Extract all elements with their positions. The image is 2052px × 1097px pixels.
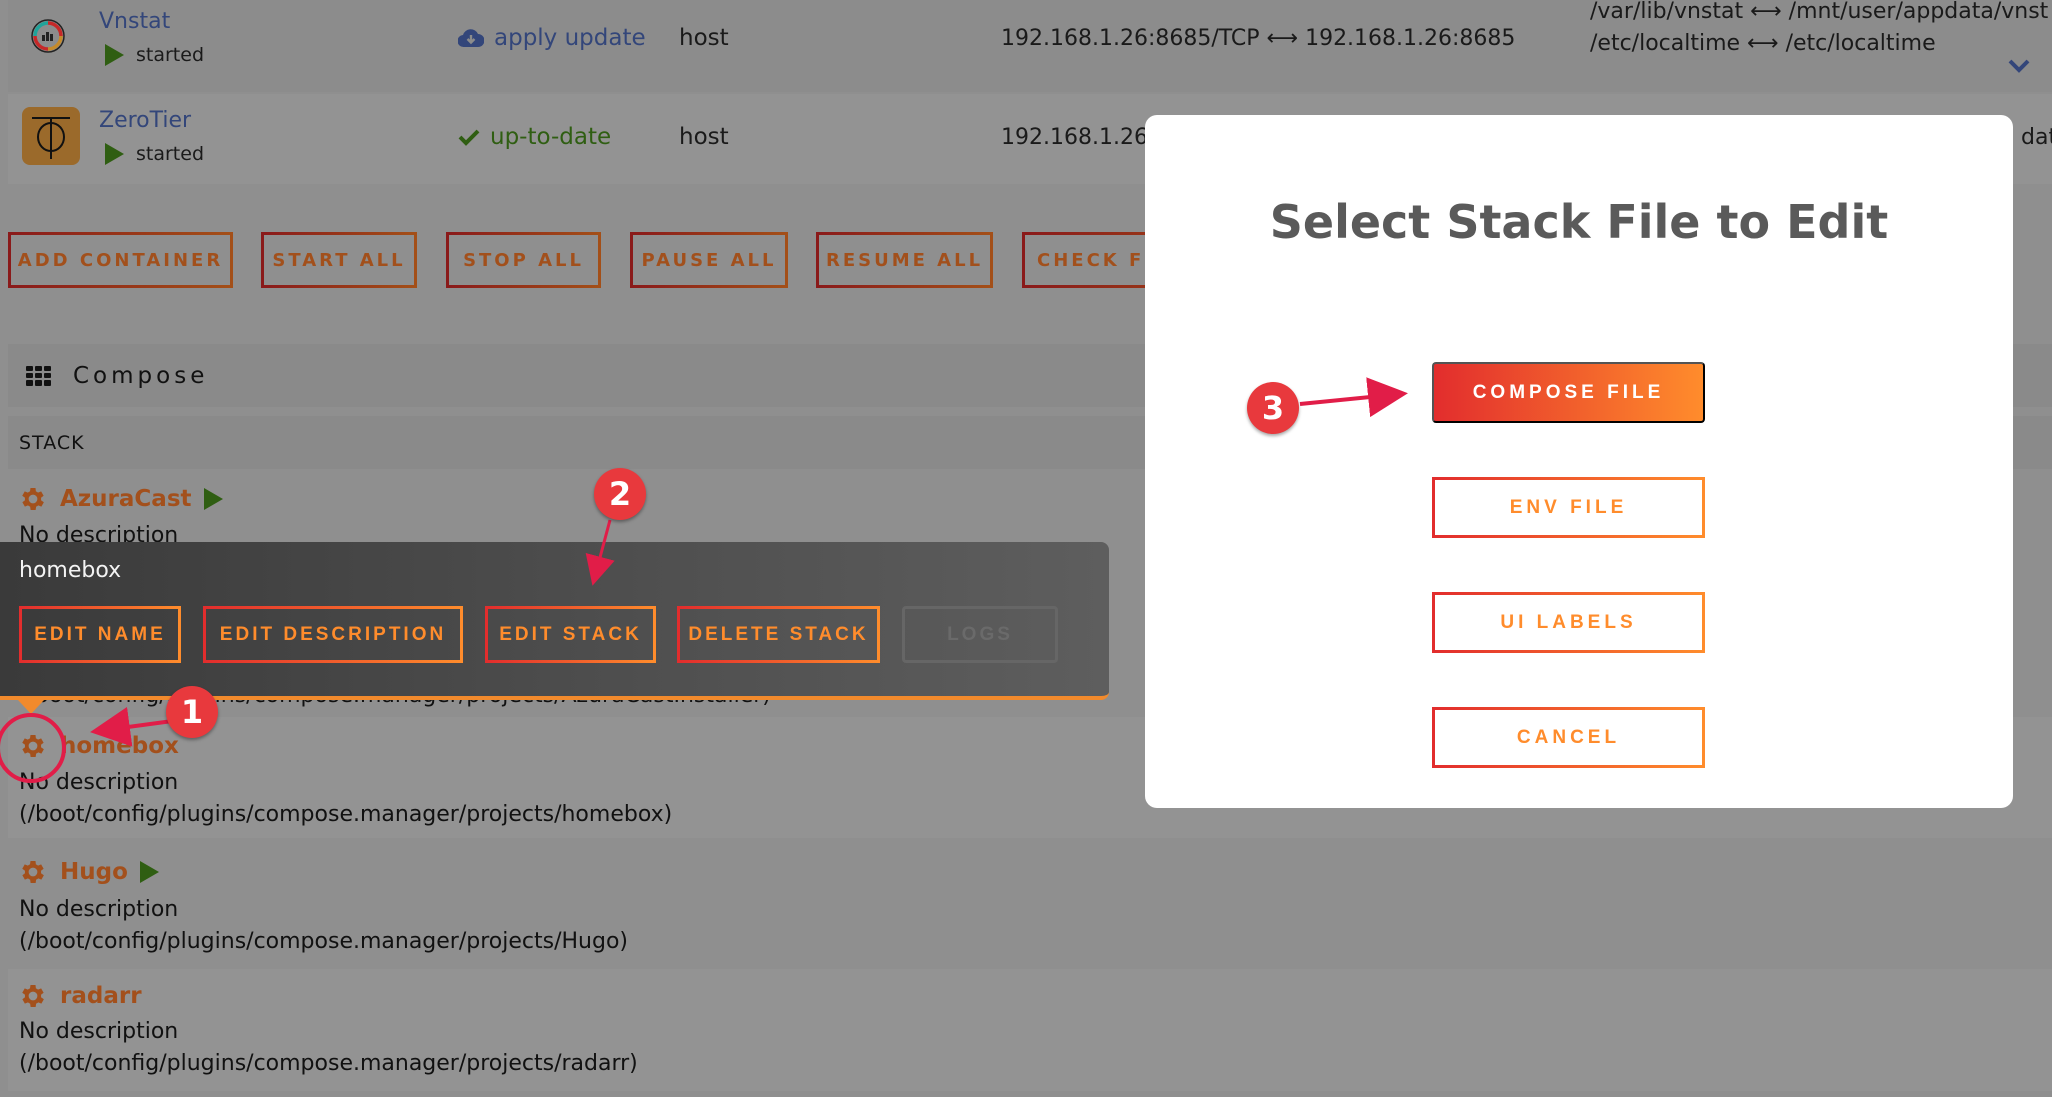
container-row-vnstat: Vnstat started apply update host 192.168… (8, 0, 2052, 92)
annotation-badge-1: 1 (166, 686, 218, 738)
stack-path: (/boot/config/plugins/compose.manager/pr… (19, 802, 673, 827)
network-mode: host (679, 25, 729, 51)
play-icon (203, 488, 223, 510)
volume-mapping: /etc/localtime ⟷ /etc/localtime (1590, 31, 1936, 56)
update-label: apply update (494, 25, 646, 51)
dialog-title: Select Stack File to Edit (1269, 195, 1889, 249)
env-file-button[interactable]: ENV FILE (1432, 477, 1705, 538)
play-icon (105, 44, 124, 66)
context-menu-title: homebox (19, 558, 122, 583)
container-state: started (105, 143, 204, 165)
update-label: up-to-date (490, 124, 612, 150)
select-stack-file-dialog: Select Stack File to Edit COMPOSE FILE E… (1145, 115, 2013, 808)
stack-path: (/boot/config/plugins/compose.manager/pr… (19, 1051, 638, 1076)
logs-button: LOGS (902, 606, 1058, 663)
gear-icon[interactable] (18, 857, 48, 887)
stack-description: No description (19, 897, 179, 922)
stack-description: No description (19, 1019, 179, 1044)
port-mapping: 192.168.1.26:8685/TCP ⟷ 192.168.1.26:868… (1001, 26, 1516, 51)
section-title: Compose (73, 362, 209, 389)
start-all-button[interactable]: START ALL (261, 232, 417, 288)
delete-stack-button[interactable]: DELETE STACK (677, 606, 880, 663)
stack-name[interactable]: radarr (60, 983, 142, 1009)
state-label: started (136, 143, 205, 165)
update-status[interactable]: up-to-date (458, 124, 611, 150)
ui-labels-button[interactable]: UI LABELS (1432, 592, 1705, 653)
stack-path: (/boot/config/plugins/compose.manager/pr… (19, 929, 628, 954)
gear-icon[interactable] (18, 484, 48, 514)
check-icon (458, 129, 480, 146)
edit-description-button[interactable]: EDIT DESCRIPTION (203, 606, 463, 663)
annotation-badge-3: 3 (1247, 382, 1299, 434)
container-state: started (105, 44, 204, 66)
stack-name[interactable]: AzuraCast (60, 486, 192, 512)
port-mapping: 192.168.1.26: (1001, 125, 1156, 150)
gear-icon[interactable] (18, 981, 48, 1011)
annotation-badge-2: 2 (594, 468, 646, 520)
volume-mappings: /var/lib/vnstat ⟷ /mnt/user/appdata/vnst… (1590, 0, 2048, 60)
network-mode: host (679, 124, 729, 150)
stack-name[interactable]: homebox (60, 733, 179, 759)
volume-mapping: /var/lib/vnstat ⟷ /mnt/user/appdata/vnst (1590, 0, 2049, 24)
state-label: started (136, 44, 205, 66)
cloud-download-icon (458, 29, 484, 48)
vnstat-logo-icon[interactable] (30, 18, 66, 54)
add-container-button[interactable]: ADD CONTAINER (8, 232, 233, 288)
stack-row-hugo: Hugo No description (/boot/config/plugin… (8, 844, 2052, 964)
container-name[interactable]: Vnstat (99, 9, 170, 34)
resume-all-button[interactable]: RESUME ALL (816, 232, 993, 288)
cancel-button[interactable]: CANCEL (1432, 707, 1705, 768)
edit-stack-button[interactable]: EDIT STACK (485, 606, 656, 663)
grid-icon (26, 365, 51, 386)
stop-all-button[interactable]: STOP ALL (446, 232, 601, 288)
zerotier-logo-icon[interactable] (22, 107, 80, 165)
volume-mappings: data (2021, 125, 2052, 150)
stack-row-radarr: radarr No description (/boot/config/plug… (8, 969, 2052, 1091)
pause-all-button[interactable]: PAUSE ALL (630, 232, 788, 288)
play-icon (139, 861, 159, 883)
container-name[interactable]: ZeroTier (99, 108, 191, 133)
stack-name[interactable]: Hugo (60, 859, 128, 885)
stack-context-menu: homebox EDIT NAME EDIT DESCRIPTION EDIT … (0, 542, 1109, 700)
context-menu-pointer (18, 700, 44, 714)
update-status[interactable]: apply update (458, 25, 646, 51)
chevron-down-icon[interactable] (2008, 58, 2030, 77)
compose-file-button[interactable]: COMPOSE FILE (1432, 362, 1705, 423)
edit-name-button[interactable]: EDIT NAME (19, 606, 181, 663)
play-icon (105, 143, 124, 165)
